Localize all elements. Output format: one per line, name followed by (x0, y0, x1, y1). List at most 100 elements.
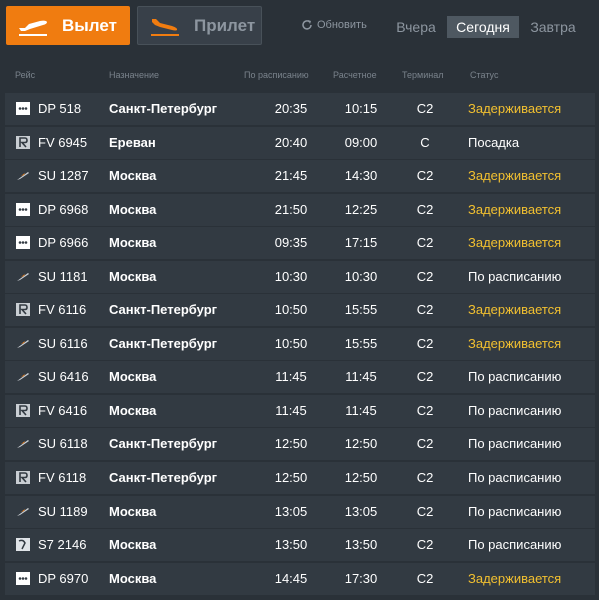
table-row[interactable]: SU 6118 Санкт-Петербург 12:50 12:50 C2 По рас… (5, 428, 595, 461)
scheduled-time: 12:50 (274, 436, 308, 452)
scheduled-time: 09:35 (274, 235, 308, 251)
terminal: C2 (416, 402, 434, 418)
col-scheduled: По расписанию (244, 70, 309, 80)
day-yesterday[interactable]: Вчера (391, 16, 441, 38)
flight-number: DP 518 (38, 101, 82, 116)
destination: Москва (109, 168, 157, 184)
flight-number: SU 1189 (38, 503, 88, 519)
flight-number: DP 6968 (38, 201, 89, 217)
scheduled-time: 13:05 (274, 503, 308, 519)
table-row[interactable]: SU 1287 Москва 21:45 14:30 C2 Задерживается (5, 160, 595, 193)
terminal: C2 (416, 168, 434, 184)
table-row[interactable]: S7 2146 Москва 13:50 13:50 C2 По расписанию (5, 529, 595, 562)
plane-landing-icon (151, 18, 179, 36)
destination: Москва (109, 537, 157, 553)
status: Задерживается (468, 570, 562, 586)
status: Задерживается (468, 335, 562, 351)
terminal: C2 (416, 503, 434, 519)
terminal: C2 (416, 302, 434, 318)
flights-table: DP 518 Санкт-Петербург 20:35 10:15 C2 Задержи… (5, 93, 595, 596)
departures-tab[interactable]: Вылет (6, 6, 130, 45)
status: По расписанию (468, 503, 562, 519)
destination: Ереван (109, 134, 156, 150)
refresh-icon (302, 20, 312, 30)
flight-number: FV 6116 (38, 302, 87, 318)
flight-number: SU 1287 (38, 168, 89, 184)
flight-number: DP 6966 (38, 235, 89, 251)
destination: Санкт-Петербург (109, 470, 218, 486)
terminal: C2 (416, 570, 434, 586)
terminal: C2 (416, 235, 434, 251)
col-flight: Рейс (15, 70, 36, 80)
destination: Москва (109, 402, 157, 418)
table-row[interactable]: DP 6970 Москва 14:45 17:30 C2 Задерживается (5, 562, 595, 595)
status: По расписанию (468, 402, 562, 418)
arrivals-tab[interactable]: Прилет (137, 6, 262, 45)
table-row[interactable]: SU 1181 Москва 10:30 10:30 C2 По расписанию (5, 260, 595, 293)
flight-number: FV 6945 (38, 134, 88, 150)
destination: Санкт-Петербург (109, 335, 218, 351)
status: По расписанию (468, 470, 562, 486)
destination: Москва (109, 268, 157, 284)
estimated-time: 14:30 (344, 168, 378, 184)
day-today[interactable]: Сегодня (447, 16, 519, 38)
table-row[interactable]: DP 518 Санкт-Петербург 20:35 10:15 C2 Задержи… (5, 93, 595, 125)
estimated-time: 10:15 (344, 101, 378, 116)
destination: Москва (109, 235, 157, 251)
estimated-time: 15:55 (344, 335, 378, 351)
airline-wing-logo-icon (16, 437, 30, 450)
status: По расписанию (468, 369, 562, 385)
destination: Москва (109, 369, 157, 385)
airline-wing-logo-icon (16, 169, 30, 182)
destination: Москва (109, 503, 157, 519)
estimated-time: 13:50 (344, 537, 378, 553)
table-header: Рейс Назначение По расписанию Расчетное … (0, 70, 599, 84)
airline-r-logo-icon (16, 471, 30, 485)
estimated-time: 10:30 (344, 268, 378, 284)
status: Задерживается (468, 101, 562, 116)
scheduled-time: 20:35 (274, 101, 308, 116)
airline-r-logo-icon (16, 403, 30, 417)
destination: Санкт-Петербург (109, 436, 218, 452)
estimated-time: 12:50 (344, 470, 378, 486)
refresh-button[interactable]: Обновить (301, 19, 367, 31)
terminal: C2 (416, 101, 434, 116)
airline-s7-logo-icon (16, 538, 30, 552)
table-row[interactable]: FV 6118 Санкт-Петербург 12:50 12:50 C2 По рас… (5, 462, 595, 495)
airline-dots-logo-icon (16, 202, 30, 216)
day-tomorrow[interactable]: Завтра (525, 16, 581, 38)
scheduled-time: 13:50 (274, 537, 308, 553)
estimated-time: 12:25 (344, 201, 378, 217)
terminal: C2 (416, 201, 434, 217)
status: Задерживается (468, 235, 562, 251)
terminal: C (420, 134, 430, 150)
airline-r-logo-icon (16, 135, 30, 149)
arrivals-tab-label: Прилет (194, 15, 256, 35)
scheduled-time: 10:50 (274, 335, 308, 351)
scheduled-time: 10:50 (274, 302, 308, 318)
table-row[interactable]: SU 6416 Москва 11:45 11:45 C2 По расписанию (5, 361, 595, 394)
flight-number: FV 6416 (38, 402, 88, 418)
status: Задерживается (468, 302, 562, 318)
table-row[interactable]: FV 6416 Москва 11:45 11:45 C2 По расписанию (5, 394, 595, 427)
table-row[interactable]: FV 6945 Ереван 20:40 09:00 C Посадка (5, 126, 595, 159)
table-row[interactable]: FV 6116 Санкт-Петербург 10:50 15:55 C2 Задерж… (5, 294, 595, 327)
terminal: C2 (416, 537, 434, 553)
estimated-time: 11:45 (345, 369, 377, 385)
destination: Санкт-Петербург (109, 302, 218, 318)
scheduled-time: 14:45 (274, 570, 308, 586)
table-row[interactable]: DP 6968 Москва 21:50 12:25 C2 Задерживается (5, 193, 595, 226)
airline-wing-logo-icon (16, 337, 30, 350)
table-row[interactable]: SU 1189 Москва 13:05 13:05 C2 По расписанию (5, 495, 595, 528)
status: Задерживается (468, 168, 562, 184)
col-destination: Назначение (109, 70, 160, 80)
table-row[interactable]: DP 6966 Москва 09:35 17:15 C2 Задерживается (5, 227, 595, 260)
departures-tab-label: Вылет (62, 15, 117, 35)
airline-wing-logo-icon (16, 370, 30, 383)
flight-number: SU 6416 (38, 369, 89, 385)
airline-dots-logo-icon (16, 102, 30, 115)
table-row[interactable]: SU 6116 Санкт-Петербург 10:50 15:55 C2 Задерж… (5, 327, 595, 360)
flight-number: SU 6118 (38, 436, 88, 452)
col-terminal: Терминал (402, 70, 444, 80)
destination: Санкт-Петербург (109, 101, 218, 116)
